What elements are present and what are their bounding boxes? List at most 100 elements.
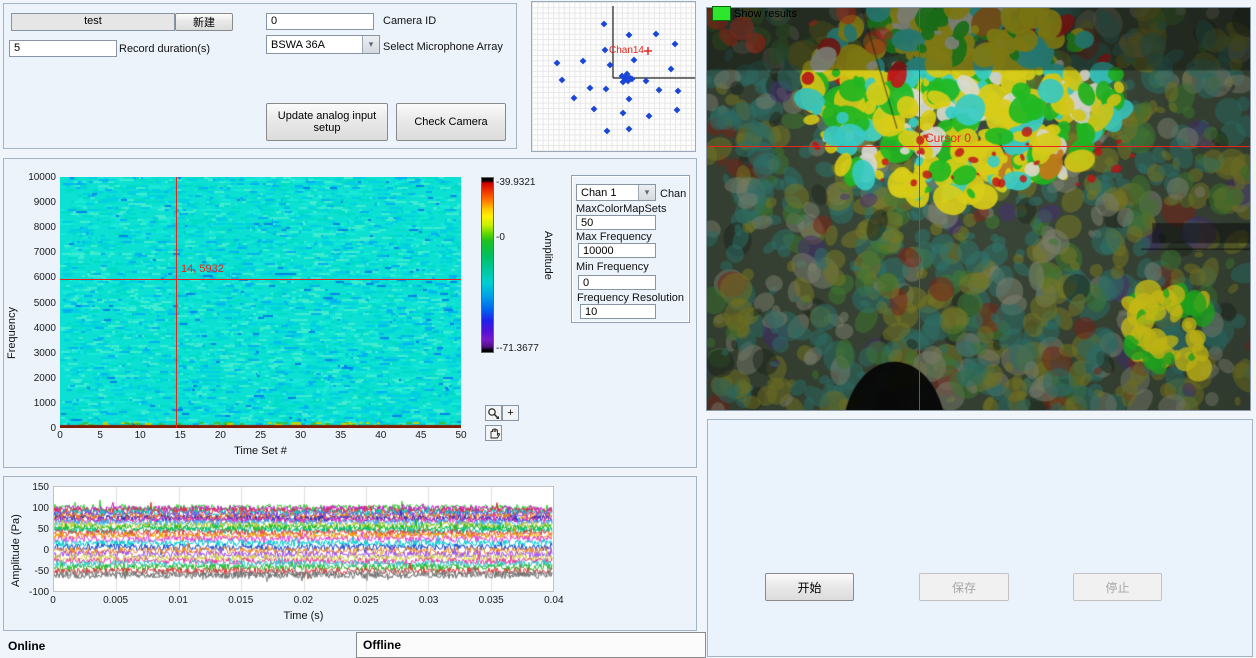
spectrogram-plot: 14, 5932 xyxy=(60,177,461,428)
axis-tick: 0 xyxy=(4,545,49,556)
spectrogram-xlabel: Time Set # xyxy=(60,445,461,457)
camera-id-label: Camera ID xyxy=(383,15,436,27)
axis-tick: 8000 xyxy=(4,222,56,233)
axis-tick: 150 xyxy=(4,482,49,493)
axis-tick: 0.025 xyxy=(348,595,384,606)
axis-tick: 0 xyxy=(35,595,71,606)
camera-cursor-vline[interactable] xyxy=(919,8,920,410)
stop-button[interactable]: 停止 xyxy=(1073,573,1162,601)
check-camera-button[interactable]: Check Camera xyxy=(396,103,506,141)
spectrogram-cursor-vline[interactable] xyxy=(176,177,177,428)
axis-tick: 45 xyxy=(403,430,439,441)
session-name-field[interactable]: test xyxy=(11,13,175,31)
axis-tick: 6000 xyxy=(4,272,56,283)
update-analog-input-button[interactable]: Update analog input setup xyxy=(266,103,388,141)
chevron-down-icon[interactable]: ▾ xyxy=(362,36,379,53)
axis-tick: 4000 xyxy=(4,323,56,334)
axis-tick: 35 xyxy=(323,430,359,441)
pan-tool-button[interactable] xyxy=(485,425,502,441)
new-session-button[interactable]: 新建 xyxy=(175,13,233,31)
chan-control-group: Chan 1 ▾ Chan MaxColorMapSets 50 Max Fre… xyxy=(571,175,690,323)
axis-tick: 20 xyxy=(202,430,238,441)
axis-tick: 0.03 xyxy=(411,595,447,606)
record-duration-label: Record duration(s) xyxy=(119,43,210,55)
chevron-down-icon[interactable]: ▾ xyxy=(638,185,655,200)
colorbar-label: Amplitude xyxy=(542,231,554,351)
colorbar-tick-min: --71.3677 xyxy=(496,343,539,354)
frequency-resolution-label: Frequency Resolution xyxy=(577,292,684,304)
axis-tick: 0.015 xyxy=(223,595,259,606)
axis-tick: 0 xyxy=(42,430,78,441)
axis-tick: 0.035 xyxy=(473,595,509,606)
axis-tick: 0.02 xyxy=(285,595,321,606)
axis-tick: 50 xyxy=(4,524,49,535)
axis-tick: 40 xyxy=(363,430,399,441)
hand-icon xyxy=(488,427,500,439)
axis-tick: 10 xyxy=(122,430,158,441)
axis-tick: 50 xyxy=(443,430,479,441)
online-status-label: Online xyxy=(8,639,45,653)
camera-view: Cursor 0 Show results xyxy=(706,7,1251,411)
axis-tick: 100 xyxy=(4,503,49,514)
axis-tick: -50 xyxy=(4,566,49,577)
axis-tick: 0.04 xyxy=(536,595,572,606)
settings-panel: test 新建 0 Camera ID 5 Record duration(s)… xyxy=(3,3,517,149)
start-button[interactable]: 开始 xyxy=(765,573,854,601)
plus-crosshair-icon: + xyxy=(507,407,513,419)
mic-array-dropdown[interactable]: BSWA 36A ▾ xyxy=(266,35,380,54)
spectrogram-image[interactable] xyxy=(60,177,461,428)
spectrogram-cursor-label: 14, 5932 xyxy=(181,263,224,275)
camera-id-input[interactable]: 0 xyxy=(266,13,374,30)
mic-array-points xyxy=(532,2,695,151)
waveform-panel: Amplitude (Pa) 150100500-50-100 00.0050.… xyxy=(3,476,697,631)
axis-tick: 30 xyxy=(283,430,319,441)
mic-array-geometry-plot: Chan14 xyxy=(531,1,696,152)
axis-tick: 5 xyxy=(82,430,118,441)
axis-tick: 5000 xyxy=(4,298,56,309)
show-results-label: Show results xyxy=(734,8,797,20)
acoustic-map-image[interactable] xyxy=(707,8,1250,410)
waveform-traces xyxy=(54,487,553,591)
axis-tick: 10000 xyxy=(4,172,56,183)
axis-tick: 0.005 xyxy=(98,595,134,606)
zoom-tool-button[interactable] xyxy=(485,405,502,421)
axis-tick: 7000 xyxy=(4,247,56,258)
waveform-xlabel: Time (s) xyxy=(53,610,554,622)
min-frequency-input[interactable]: 0 xyxy=(578,275,656,290)
waveform-plot xyxy=(53,486,554,592)
mic-channel-cursor-label: Chan14 xyxy=(609,45,644,56)
min-frequency-label: Min Frequency xyxy=(576,261,649,273)
max-frequency-label: Max Frequency xyxy=(576,231,652,243)
mic-array-label: Select Microphone Array xyxy=(383,41,503,53)
camera-cursor-label: Cursor 0 xyxy=(925,131,971,145)
colorbar-tick-max: -39.9321 xyxy=(496,177,535,188)
axis-tick: 9000 xyxy=(4,197,56,208)
magnifier-icon xyxy=(487,407,500,420)
mic-array-value: BSWA 36A xyxy=(267,39,362,51)
axis-tick: 3000 xyxy=(4,348,56,359)
colorbar-tick-zero: -0 xyxy=(496,232,505,243)
chan-label: Chan xyxy=(660,188,686,200)
axis-tick: 1000 xyxy=(4,398,56,409)
spectrogram-cursor-hline[interactable] xyxy=(60,279,461,280)
chan-dropdown[interactable]: Chan 1 ▾ xyxy=(576,184,656,201)
run-control-panel: 开始 保存 停止 xyxy=(707,419,1253,657)
show-results-checkbox[interactable] xyxy=(712,6,731,21)
camera-cursor-hline[interactable] xyxy=(707,146,1250,147)
save-button[interactable]: 保存 xyxy=(919,573,1009,601)
axis-tick: 25 xyxy=(243,430,279,441)
axis-tick: 0.01 xyxy=(160,595,196,606)
max-frequency-input[interactable]: 10000 xyxy=(578,243,656,258)
offline-status-label: Offline xyxy=(363,638,401,652)
max-colormap-label: MaxColorMapSets xyxy=(576,203,666,215)
offline-status-box: Offline xyxy=(356,632,706,658)
amplitude-colorbar xyxy=(481,177,494,353)
record-duration-input[interactable]: 5 xyxy=(9,40,117,57)
axis-tick: 2000 xyxy=(4,373,56,384)
max-colormap-input[interactable]: 50 xyxy=(576,215,656,230)
axis-tick: 15 xyxy=(162,430,198,441)
cursor-tool-button[interactable]: + xyxy=(502,405,519,421)
chan-value: Chan 1 xyxy=(577,187,638,199)
frequency-resolution-input[interactable]: 10 xyxy=(580,304,656,319)
spectrogram-panel: Frequency 100009000800070006000500040003… xyxy=(3,158,697,468)
